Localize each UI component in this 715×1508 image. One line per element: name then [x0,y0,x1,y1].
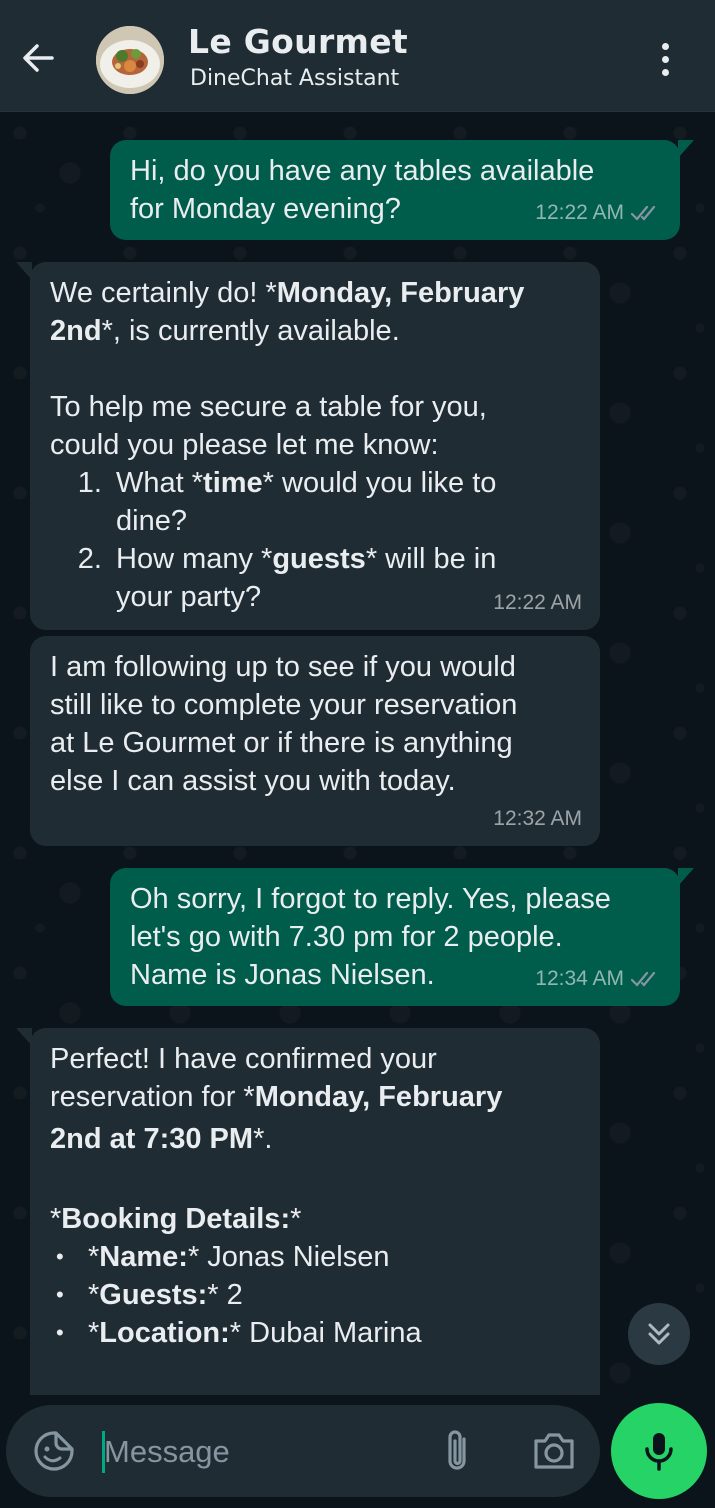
message-text-line: To help me secure a table for you, [50,391,487,423]
chat-header: Le Gourmet DineChat Assistant [0,0,715,112]
more-vertical-dot [661,69,669,76]
outgoing-message[interactable]: Oh sorry, I forgot to reply. Yes, please… [110,868,694,1006]
camera-button[interactable] [530,1429,578,1473]
message-text-line: *Booking Details:* [50,1200,580,1238]
text-span: What * [116,467,204,499]
message-meta: 12:22 AM [493,584,582,622]
message-time: 12:32 AM [493,807,582,830]
message-text-line: reservation for *Monday, February [50,1078,580,1116]
list-item: How many *guests* will be in your party? [110,540,550,616]
more-options-button[interactable] [650,40,680,80]
incoming-message[interactable]: We certainly do! *Monday, February 2nd*,… [16,262,600,630]
message-text-line: I am following up to see if you would [50,651,516,683]
message-time: 12:34 AM [535,967,624,990]
message-time: 12:22 AM [535,201,624,224]
text-span: * Jonas Nielsen [187,1241,390,1273]
more-vertical-icon [661,43,669,50]
microphone-icon [645,1433,673,1471]
message-text-line: We certainly do! *Monday, February [50,274,580,312]
list-item: *Name:* Jonas Nielsen [50,1238,580,1276]
bold-text: Guests: [99,1279,208,1311]
message-text-line: let's go with 7.30 pm for 2 people. [130,921,563,953]
text-span: We certainly do! * [50,277,277,309]
message-text-line: 2nd*, is currently available. [50,312,580,350]
more-vertical-dot [661,56,669,63]
double-chevron-down-icon [648,1323,670,1345]
food-plate-avatar-icon [96,26,164,94]
message-text-line: Perfect! I have confirmed your [50,1043,437,1075]
scroll-to-bottom-button[interactable] [628,1303,690,1365]
bold-text: Monday, February [254,1081,503,1113]
text-span: * [88,1279,100,1311]
message-text-line: Hi, do you have any tables available [130,155,595,187]
emoji-button[interactable] [32,1429,76,1473]
message-meta: 12:22 AM [535,194,662,232]
message-text-line: Oh sorry, I forgot to reply. Yes, please [130,883,611,915]
numbered-list: What *time* would you like to dine? How … [50,464,550,616]
text-span: * [88,1241,100,1273]
bold-text: 2nd at 7:30 PM [50,1123,254,1155]
sticker-smile-icon [34,1431,74,1471]
paperclip-icon [448,1430,466,1470]
chat-title[interactable]: Le Gourmet [188,22,408,61]
message-text-line: at Le Gourmet or if there is anything [50,727,513,759]
message-meta: 12:34 AM [535,960,662,998]
bold-text: time [203,467,263,499]
message-text-line: 2nd at 7:30 PM*. [50,1120,580,1158]
text-span: reservation for * [50,1081,255,1113]
composer-bar [0,1395,715,1508]
list-item: *Location:* Dubai Marina [50,1314,580,1352]
bubble-tail [678,140,694,158]
list-item: What *time* would you like to dine? [110,464,550,540]
incoming-message[interactable]: Perfect! I have confirmed your reservati… [16,1028,600,1395]
double-check-icon [630,205,656,221]
message-time: 12:22 AM [493,591,582,614]
text-span: *. [253,1123,273,1155]
list-item: *Guests:* 2 [50,1276,580,1314]
bubble-tail [16,1028,32,1046]
bold-text: Name: [99,1241,188,1273]
bold-text: Booking Details: [61,1203,291,1235]
message-text-line: still like to complete your reservation [50,689,518,721]
bullet-list: *Name:* Jonas Nielsen *Guests:* 2 *Locat… [50,1238,580,1352]
text-span: * [50,1203,62,1235]
text-span: * 2 [207,1279,243,1311]
bubble-tail [678,868,694,886]
double-check-icon [630,971,656,987]
text-span: * Dubai Marina [229,1317,422,1349]
bold-text: Location: [99,1317,230,1349]
bold-text: Monday, February [276,277,525,309]
camera-icon [534,1433,574,1469]
bold-text: 2nd [50,315,102,347]
message-text-line: could you please let me know: [50,429,439,461]
bold-text: guests [272,543,366,575]
outgoing-message[interactable]: Hi, do you have any tables available for… [110,140,694,240]
chat-subtitle[interactable]: DineChat Assistant [190,66,399,91]
incoming-message[interactable]: I am following up to see if you would st… [30,636,600,846]
message-input-container[interactable] [6,1405,600,1497]
text-span: * [290,1203,302,1235]
message-meta: 12:32 AM [493,800,582,838]
text-span: How many * [116,543,273,575]
text-span: * [88,1317,100,1349]
message-input[interactable] [104,1427,404,1477]
text-span: *, is currently available. [101,315,400,347]
message-list[interactable]: Hi, do you have any tables available for… [0,113,715,1395]
back-button[interactable] [18,38,58,78]
bubble-tail [16,262,32,280]
avatar[interactable] [96,26,164,94]
arrow-left-icon [23,44,54,72]
message-text-line: else I can assist you with today. [50,765,456,797]
attach-button[interactable] [438,1427,478,1477]
voice-message-button[interactable] [611,1403,707,1499]
